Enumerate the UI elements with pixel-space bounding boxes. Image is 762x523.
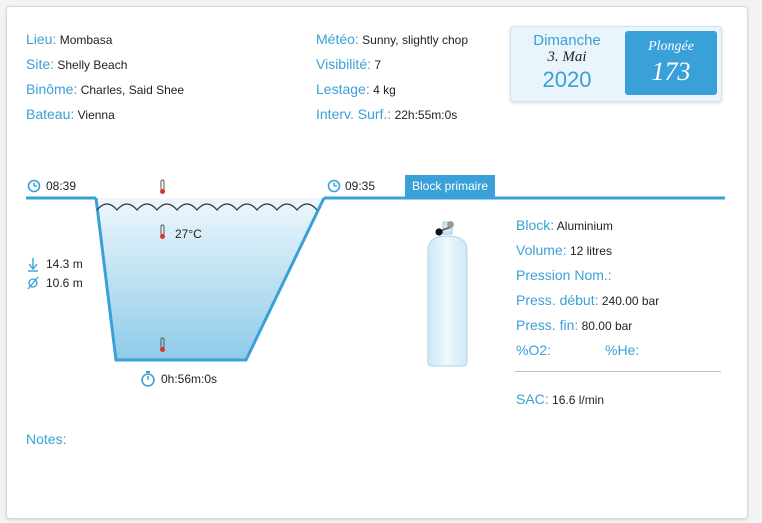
avg-depth-icon (27, 276, 39, 290)
volume-label: Volume: (516, 242, 567, 258)
o2-row: %O2: (516, 341, 551, 360)
end-time: 09:35 (345, 179, 376, 193)
max-depth: 14.3 m (46, 257, 83, 271)
sac-label: SAC: (516, 391, 549, 407)
he-row: %He: (605, 341, 639, 360)
pression-debut-value: 240.00 bar (601, 294, 660, 308)
pression-debut-row: Press. début: 240.00 bar (516, 291, 659, 310)
block-divider (515, 371, 721, 372)
dive-duration: 0h:56m:0s (161, 372, 218, 386)
end-clock-icon (327, 179, 341, 193)
pression-fin-row: Press. fin: 80.00 bar (516, 316, 632, 335)
volume-row: Volume: 12 litres (516, 241, 612, 260)
sac-row: SAC: 16.6 l/min (516, 390, 604, 409)
block-value: Aluminium (556, 219, 613, 233)
pression-nom-row: Pression Nom.: (516, 266, 612, 285)
pression-fin-label: Press. fin: (516, 317, 579, 333)
block-primaire-badge[interactable]: Block primaire (405, 175, 496, 197)
pression-fin-value: 80.00 bar (581, 319, 633, 333)
tank-icon (427, 221, 468, 367)
notes-label: Notes: (26, 431, 67, 447)
pression-nom-label: Pression Nom.: (516, 267, 612, 283)
water-temp: 27°C (175, 227, 202, 241)
max-depth-icon (28, 258, 38, 272)
he-label: %He: (605, 342, 640, 358)
dive-profile-graphic (26, 179, 725, 387)
block-label: Block: (516, 217, 555, 233)
stopwatch-icon (141, 371, 155, 387)
start-clock-icon (27, 179, 41, 193)
volume-value: 12 litres (569, 244, 612, 258)
o2-label: %O2: (516, 342, 552, 358)
pression-debut-label: Press. début: (516, 292, 599, 308)
start-time: 08:39 (46, 179, 77, 193)
water-body (96, 198, 324, 360)
sac-value: 16.6 l/min (552, 393, 605, 407)
thermometer-surface-icon (160, 179, 165, 194)
block-type-row: Block: Aluminium (516, 216, 613, 235)
avg-depth: 10.6 m (46, 276, 83, 290)
